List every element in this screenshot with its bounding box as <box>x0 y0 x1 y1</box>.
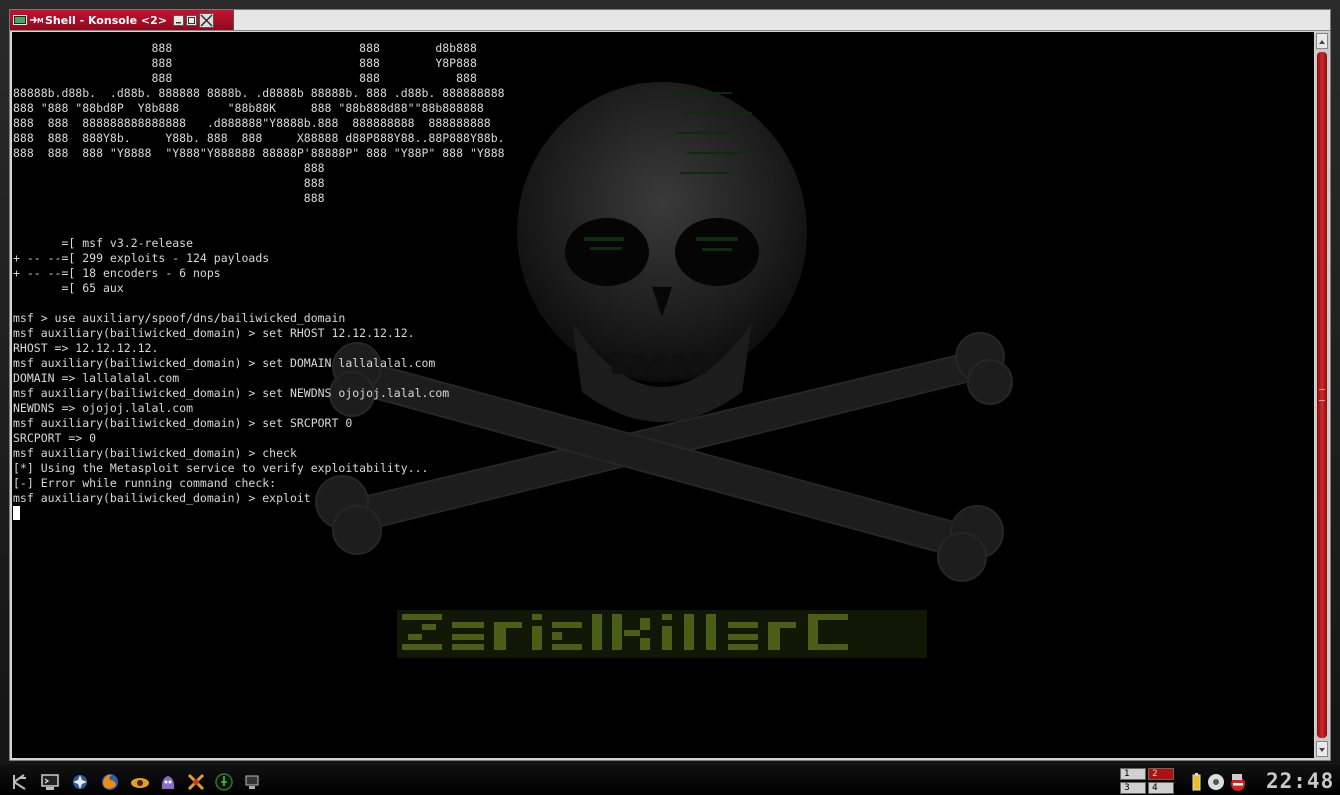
terminal-icon[interactable] <box>40 772 60 792</box>
pager-desktop-1[interactable]: 1 <box>1120 768 1146 780</box>
terminal-line: msf auxiliary(bailiwicked_domain) > set … <box>13 356 436 370</box>
terminal-line: msf auxiliary(bailiwicked_domain) > set … <box>13 386 450 400</box>
terminal-line: msf auxiliary(bailiwicked_domain) > set … <box>13 326 415 340</box>
arrow-down-icon <box>1319 748 1325 752</box>
network-icon[interactable] <box>214 772 234 792</box>
terminal-line: 888 888 d8b888 <box>13 41 477 55</box>
window-titlebar[interactable]: M Shell - Konsole <2> <box>10 10 1330 31</box>
terminal-line: 888 "888 "88bd8P Y8b888 "88b88K 888 "88b… <box>13 101 484 115</box>
maximize-icon <box>187 16 195 24</box>
terminal-line: msf auxiliary(bailiwicked_domain) > set … <box>13 416 353 430</box>
window-title: Shell - Konsole <2> <box>45 13 167 27</box>
scroll-up-button[interactable] <box>1316 33 1328 49</box>
eye-icon[interactable] <box>130 772 150 792</box>
messenger-icon[interactable] <box>158 772 178 792</box>
terminal-line: 88888b.d88b. .d88b. 888888 8888b. .d8888… <box>13 86 505 100</box>
monitor-icon[interactable] <box>242 772 262 792</box>
minimize-button[interactable] <box>172 14 184 26</box>
arrow-up-icon <box>1319 40 1325 44</box>
terminal-line: 888 888 888Y8b. Y88b. 888 888 X88888 d88… <box>13 131 505 145</box>
terminal-line: 888 888 888888888888888 .d888888"Y8888b.… <box>13 116 491 130</box>
shell-icon: M <box>30 16 43 25</box>
minimize-icon <box>175 21 181 23</box>
scrollbar-thumb[interactable] <box>1317 52 1327 738</box>
svg-text:M: M <box>37 17 43 25</box>
terminal-line: [-] Error while running command check: <box>13 476 277 490</box>
firefox-icon[interactable] <box>100 772 120 792</box>
terminal-line: msf auxiliary(bailiwicked_domain) > expl… <box>13 491 311 505</box>
terminal-line: 888 <box>13 191 325 205</box>
terminal-view[interactable]: 888 888 d8b888 888 888 Y8P888 888 888 88… <box>12 32 1314 758</box>
disc-icon[interactable] <box>1206 772 1226 792</box>
terminal-line: + -- --=[ 18 encoders - 6 nops <box>13 266 221 280</box>
pager-desktop-3[interactable]: 3 <box>1120 782 1146 794</box>
konsole-window: M Shell - Konsole <2> 888 888 d8b888 888… <box>9 9 1331 761</box>
close-icon <box>200 14 213 26</box>
terminal-line: RHOST => 12.12.12.12. <box>13 341 159 355</box>
maximize-button[interactable] <box>185 14 197 26</box>
konsole-app-icon <box>13 15 27 25</box>
text-cursor <box>13 506 20 520</box>
taskbar: 1 2 3 4 22:48 <box>0 765 1340 795</box>
terminal-line: 888 888 888 <box>13 71 477 85</box>
terminal-line: 888 <box>13 176 325 190</box>
terminal-prompt-line[interactable] <box>13 506 505 521</box>
terminal-line: 888 888 Y8P888 <box>13 56 477 70</box>
terminal-line: NEWDNS => ojojoj.lalal.com <box>13 401 194 415</box>
tools-icon[interactable] <box>186 772 206 792</box>
kde-menu-icon[interactable] <box>10 772 30 792</box>
kde-icon[interactable] <box>70 772 90 792</box>
terminal-line: [*] Using the Metasploit service to veri… <box>13 461 429 475</box>
desktop-pager[interactable]: 1 2 3 4 <box>1120 768 1176 794</box>
blocked-icon[interactable] <box>1228 772 1248 792</box>
pager-desktop-4[interactable]: 4 <box>1148 782 1174 794</box>
terminal-line: 888 <box>13 161 325 175</box>
terminal-line: 888 888 888 "Y8888 "Y888"Y888888 88888P'… <box>13 146 505 160</box>
terminal-line: DOMAIN => lallalalal.com <box>13 371 180 385</box>
clock[interactable]: 22:48 <box>1266 769 1338 793</box>
terminal-output: 888 888 d8b888 888 888 Y8P888 888 888 88… <box>13 41 505 521</box>
window-title-tab[interactable]: M Shell - Konsole <2> <box>10 10 234 30</box>
close-button[interactable] <box>198 12 214 28</box>
terminal-line: SRCPORT => 0 <box>13 431 97 445</box>
terminal-line: =[ 65 aux <box>13 281 124 295</box>
terminal-line: msf > use auxiliary/spoof/dns/bailiwicke… <box>13 311 346 325</box>
desktop: M Shell - Konsole <2> 888 888 d8b888 888… <box>0 0 1340 795</box>
scrollbar-grip-icon <box>1319 389 1325 401</box>
scroll-down-button[interactable] <box>1316 741 1328 757</box>
terminal-scrollbar[interactable] <box>1315 32 1329 758</box>
terminal-line: + -- --=[ 299 exploits - 124 payloads <box>13 251 270 265</box>
terminal-line: msf auxiliary(bailiwicked_domain) > chec… <box>13 446 297 460</box>
pager-desktop-2[interactable]: 2 <box>1148 768 1174 780</box>
battery-icon[interactable] <box>1186 772 1206 792</box>
terminal-line: =[ msf v3.2-release <box>13 236 194 250</box>
